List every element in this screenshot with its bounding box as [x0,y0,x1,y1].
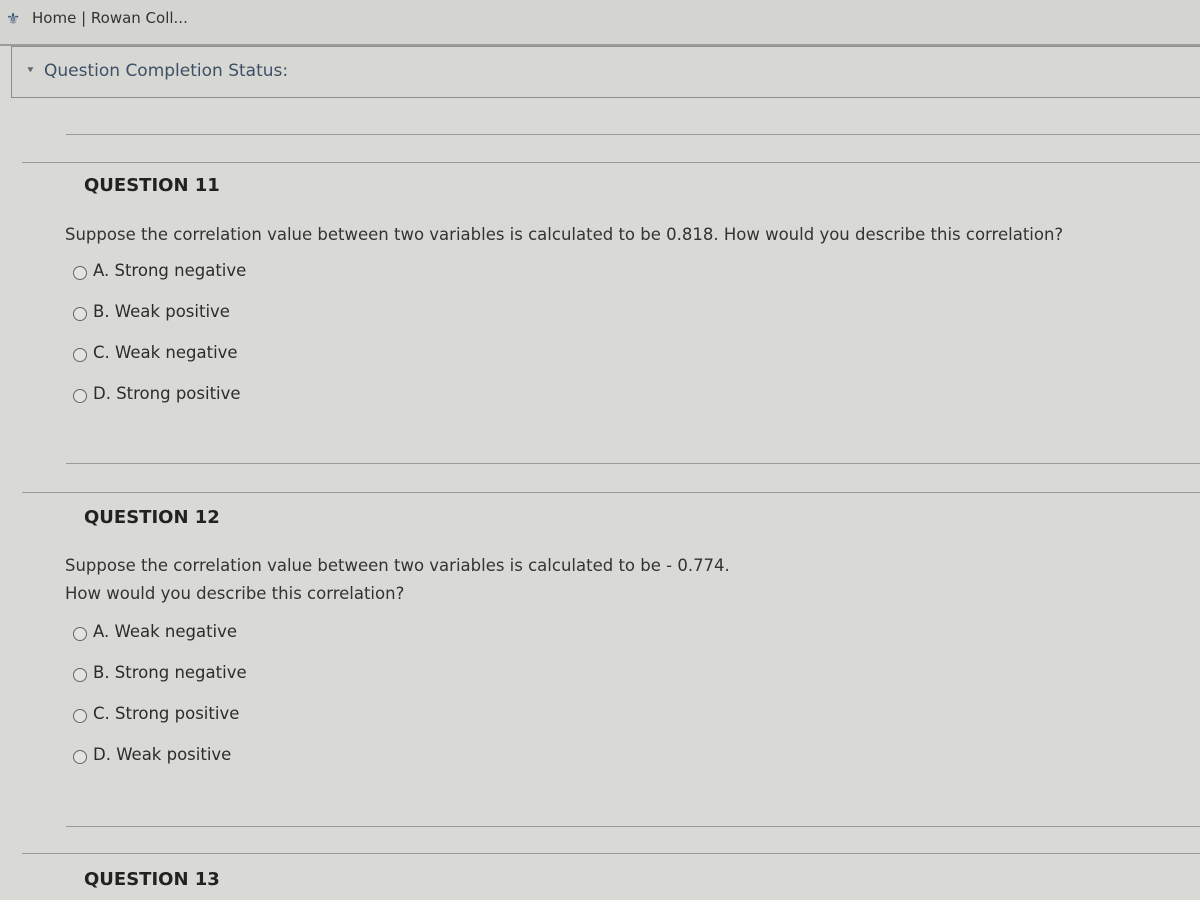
question-title: QUESTION 13 [84,869,220,890]
option-label: A. Weak negative [93,622,238,641]
divider [66,134,1200,135]
question-completion-status-panel[interactable]: ⯆ Question Completion Status: [11,46,1200,98]
option-c[interactable]: C. Weak negative [73,343,238,362]
radio-button[interactable] [73,388,87,403]
question-title: QUESTION 12 [84,507,220,528]
radio-button[interactable] [73,347,87,362]
option-d[interactable]: D. Weak positive [73,745,231,764]
option-label: D. Weak positive [93,745,232,764]
question-text: Suppose the correlation value between tw… [65,225,1064,244]
question-title: QUESTION 11 [84,175,220,196]
option-label: B. Strong negative [93,663,247,682]
question-text-line-1: Suppose the correlation value between tw… [65,556,730,575]
question-completion-status-label[interactable]: Question Completion Status: [44,61,288,81]
top-bar: ⚜ Home | Rowan Coll... [0,0,1200,46]
question-text-line-2: How would you describe this correlation? [65,584,405,603]
option-label: C. Weak negative [93,343,238,362]
option-a[interactable]: A. Weak negative [73,622,237,641]
option-c[interactable]: C. Strong positive [73,704,239,723]
radio-button[interactable] [73,306,87,321]
breadcrumb-home[interactable]: Home | Rowan Coll... [32,9,188,27]
divider [66,463,1200,464]
option-b[interactable]: B. Weak positive [73,302,230,321]
rowan-logo-icon[interactable]: ⚜ [2,8,24,30]
divider [66,826,1200,827]
option-d[interactable]: D. Strong positive [73,384,241,403]
radio-button[interactable] [73,265,87,280]
divider [22,492,1200,493]
radio-button[interactable] [73,749,87,764]
radio-button[interactable] [73,708,87,723]
double-chevron-down-icon[interactable]: ⯆ [26,64,35,78]
radio-button[interactable] [73,626,87,641]
option-label: C. Strong positive [93,704,240,723]
option-label: D. Strong positive [93,384,241,403]
divider [22,162,1200,163]
option-label: B. Weak positive [93,302,230,321]
radio-button[interactable] [73,667,87,682]
option-a[interactable]: A. Strong negative [73,261,246,280]
option-b[interactable]: B. Strong negative [73,663,247,682]
divider [22,853,1200,854]
option-label: A. Strong negative [93,261,247,280]
